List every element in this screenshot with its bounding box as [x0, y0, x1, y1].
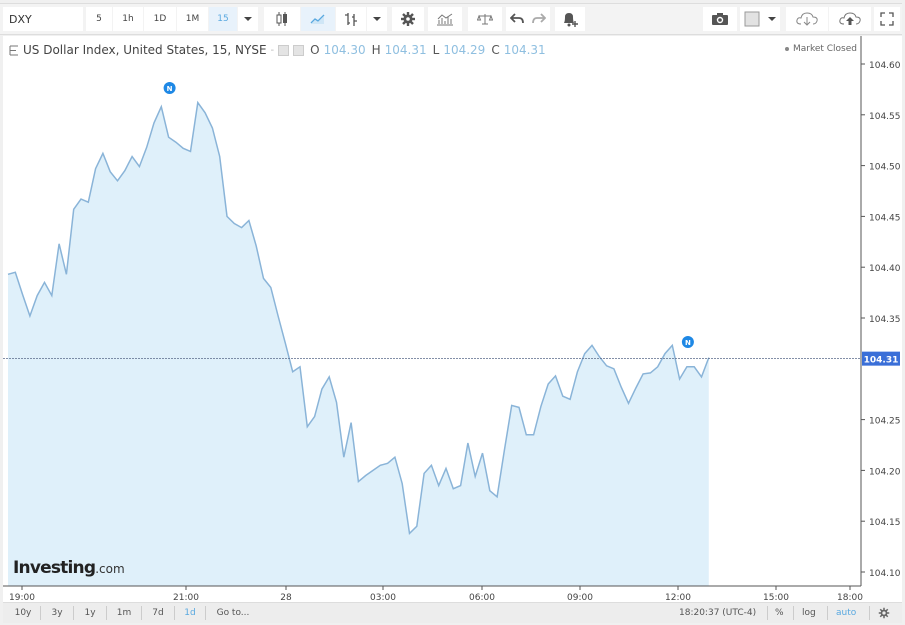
x-tick-label: 12:00 [665, 593, 691, 602]
x-tick-label: 03:00 [370, 593, 396, 602]
x-tick: 18:00 [837, 586, 863, 602]
indicators-icon[interactable] [428, 7, 462, 31]
chart-type-dropdown-icon[interactable] [367, 7, 387, 31]
y-tick: 104.50 [861, 163, 901, 173]
x-tick-label: 21:00 [173, 593, 199, 602]
toolbar: DXY 5 1h 1D 1M 15 [0, 3, 902, 35]
bar-chart-icon[interactable] [336, 7, 366, 31]
bottom-bar: 10y 3y 1y 1m 7d 1d Go to... 18:20:37 (UT… [3, 602, 902, 623]
y-tick-label: 104.40 [869, 264, 901, 274]
interval-1d[interactable]: 1D [144, 7, 176, 31]
x-tick-label: 18:00 [837, 593, 863, 602]
range-3y[interactable]: 3y [41, 606, 74, 620]
investing-logo: Investing.com [13, 558, 125, 578]
x-tick-label: 06:00 [469, 593, 495, 602]
x-tick: 12:00 [665, 586, 691, 602]
y-tick-label: 104.10 [869, 569, 901, 579]
x-tick-label: 28 [280, 593, 292, 602]
area-chart-icon[interactable] [301, 7, 335, 31]
logo-suffix: .com [95, 562, 125, 576]
x-tick: 03:00 [370, 586, 396, 602]
range-10y[interactable]: 10y [6, 606, 41, 620]
camera-icon[interactable] [703, 7, 737, 31]
x-tick: 06:00 [469, 586, 495, 602]
scale-settings-icon[interactable] [869, 606, 890, 620]
symbol-input[interactable]: DXY [3, 7, 83, 31]
y-axis[interactable]: 104.60 104.55 104.50 104.45 104.40 104.35 104.… [861, 61, 901, 579]
y-tick-label: 104.50 [869, 163, 901, 173]
y-tick-label: 104.35 [869, 315, 901, 325]
y-tick-label: 104.45 [869, 213, 901, 223]
color-dropdown-icon[interactable] [764, 7, 780, 31]
x-tick: 19:00 [9, 586, 35, 602]
x-tick: 09:00 [567, 586, 593, 602]
interval-15[interactable]: 15 [209, 7, 237, 31]
interval-5[interactable]: 5 [86, 7, 112, 31]
x-tick: 28 [280, 586, 292, 602]
last-price-tag: 104.31 [862, 351, 900, 366]
add-alert-icon[interactable] [555, 7, 585, 31]
y-tick: 104.20 [861, 467, 901, 477]
price-chart[interactable]: 104.60 104.55 104.50 104.45 104.40 104.35 104.… [3, 36, 902, 602]
y-tick: 104.60 [861, 61, 901, 71]
news-icon: N [685, 339, 691, 347]
y-tick-label: 104.25 [869, 417, 901, 427]
y-tick: 104.15 [861, 518, 901, 528]
y-tick: 104.10 [861, 569, 901, 579]
range-7d[interactable]: 7d [142, 606, 175, 620]
news-icon: N [167, 85, 173, 93]
range-1m[interactable]: 1m [107, 606, 142, 620]
range-1d[interactable]: 1d [175, 606, 206, 620]
chart-area[interactable]: US Dollar Index, United States, 15, NYSE… [3, 36, 902, 602]
log-toggle[interactable]: log [793, 606, 824, 620]
clock: 18:20:37 (UTC-4) [679, 608, 757, 618]
compare-icon[interactable] [468, 7, 502, 31]
interval-1h[interactable]: 1h [113, 7, 143, 31]
y-tick: 104.25 [861, 417, 901, 427]
range-1y[interactable]: 1y [74, 606, 107, 620]
logo-main: Investing [13, 558, 96, 578]
x-tick-label: 09:00 [567, 593, 593, 602]
cloud-download-icon[interactable] [786, 7, 828, 31]
y-tick-label: 104.60 [869, 61, 901, 71]
x-tick-label: 15:00 [763, 593, 789, 602]
percent-toggle[interactable]: % [767, 606, 791, 620]
undo-icon[interactable] [506, 7, 528, 31]
y-tick-label: 104.55 [869, 112, 901, 122]
y-tick-label: 104.20 [869, 467, 901, 477]
redo-icon[interactable] [528, 7, 550, 31]
interval-1m[interactable]: 1M [177, 7, 208, 31]
settings-icon[interactable] [392, 7, 424, 31]
x-tick: 21:00 [173, 586, 199, 602]
x-tick: 15:00 [763, 586, 789, 602]
cloud-upload-icon[interactable] [829, 7, 871, 31]
last-price-label: 104.31 [864, 356, 899, 366]
y-tick: 104.40 [861, 264, 901, 274]
news-marker[interactable]: N [681, 336, 694, 348]
auto-toggle[interactable]: auto [827, 606, 864, 620]
y-tick: 104.45 [861, 213, 901, 223]
fullscreen-icon[interactable] [874, 7, 900, 31]
color-square-icon[interactable] [740, 7, 764, 31]
x-axis[interactable]: 19:00 21:00 28 03:00 06:00 09:00 12:00 15:00 18:… [9, 586, 863, 602]
y-tick: 104.55 [861, 112, 901, 122]
y-tick-label: 104.15 [869, 518, 901, 528]
news-marker[interactable]: N [163, 82, 176, 94]
goto-button[interactable]: Go to... [208, 606, 258, 620]
candlestick-icon[interactable] [264, 7, 300, 31]
interval-dropdown-icon[interactable] [238, 7, 258, 31]
y-tick: 104.35 [861, 315, 901, 325]
x-tick-label: 19:00 [9, 593, 35, 602]
